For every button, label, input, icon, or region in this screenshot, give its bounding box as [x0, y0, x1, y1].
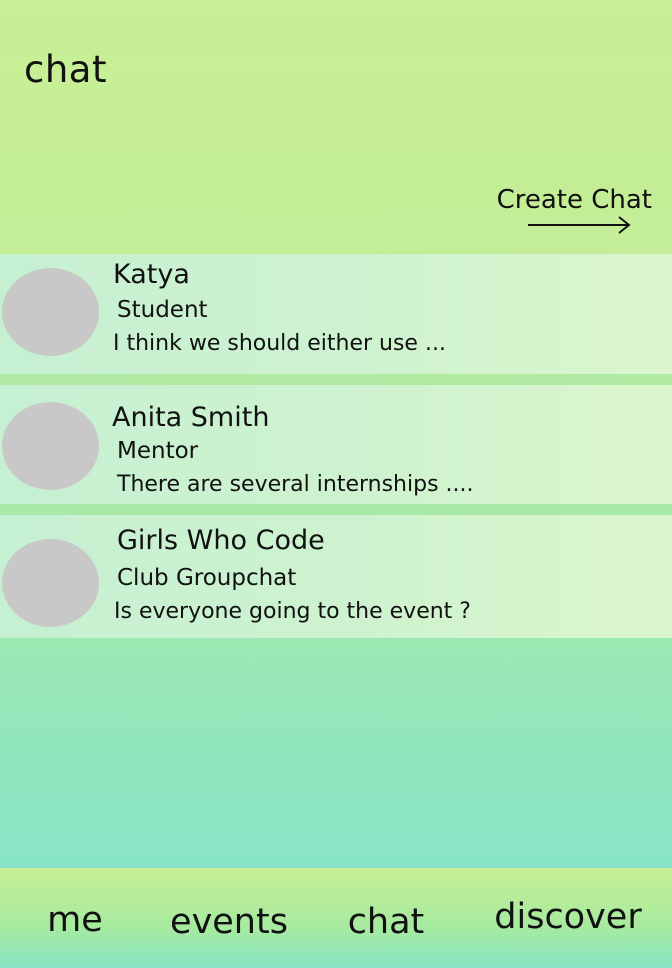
tab-me-label: me	[47, 900, 103, 940]
chat-row-anita-smith[interactable]: Anita Smith Mentor There are several int…	[0, 385, 672, 504]
tab-chat[interactable]: chat	[308, 868, 464, 968]
avatar	[2, 402, 99, 490]
create-chat-button[interactable]: Create Chat	[497, 184, 652, 240]
bottom-nav: me events chat discover	[0, 868, 672, 968]
chat-row-katya[interactable]: Katya Student I think we should either u…	[0, 254, 672, 374]
contact-name: Anita Smith	[112, 402, 270, 433]
header: chat Create Chat	[0, 0, 672, 254]
tab-events[interactable]: events	[150, 868, 308, 968]
message-preview: There are several internships ....	[117, 472, 474, 497]
contact-role: Student	[117, 297, 208, 323]
message-preview: Is everyone going to the event ?	[114, 599, 471, 624]
tab-chat-label: chat	[347, 902, 425, 942]
page-title: chat	[24, 48, 107, 91]
tab-discover[interactable]: discover	[464, 868, 672, 968]
chat-row-girls-who-code[interactable]: Girls Who Code Club Groupchat Is everyon…	[0, 515, 672, 638]
tab-discover-label: discover	[494, 897, 642, 937]
avatar	[2, 539, 99, 627]
arrow-right-icon	[528, 216, 631, 234]
contact-name: Girls Who Code	[117, 525, 325, 556]
contact-role: Club Groupchat	[117, 565, 297, 591]
tab-me[interactable]: me	[0, 868, 150, 968]
contact-name: Katya	[113, 259, 190, 290]
message-preview: I think we should either use ...	[113, 331, 446, 356]
create-chat-label: Create Chat	[496, 185, 652, 215]
contact-role: Mentor	[117, 438, 199, 464]
avatar	[2, 268, 99, 356]
tab-events-label: events	[170, 902, 288, 942]
